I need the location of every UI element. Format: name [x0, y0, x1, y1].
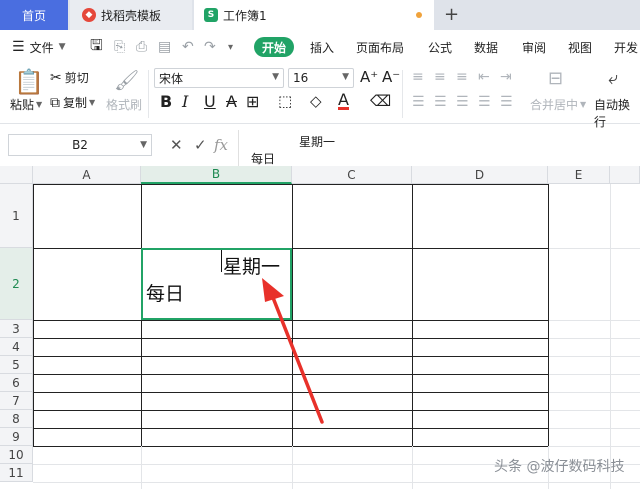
confirm-edit-icon[interactable]: ✓ [194, 136, 207, 154]
align-left-icon[interactable]: ☰ [412, 94, 425, 110]
name-box[interactable]: B2 ▼ [8, 134, 152, 156]
tab-template[interactable]: ◆ 找稻壳模板 [70, 0, 192, 30]
justify-icon[interactable]: ☰ [478, 94, 491, 110]
save-icon[interactable]: 🖫 [90, 30, 103, 64]
tab-workbook[interactable]: S 工作簿1 [194, 0, 434, 30]
chevron-down-icon: ▼ [272, 72, 279, 82]
decrease-indent-icon[interactable]: ⇤ [478, 69, 490, 85]
align-bottom-icon[interactable]: ≡ [456, 69, 468, 85]
cut-button[interactable]: ✂ 剪切 [50, 69, 89, 86]
underline-icon[interactable]: U [204, 92, 216, 111]
insert-function-icon[interactable]: fx [214, 136, 228, 154]
customize-toolbar-icon[interactable]: ▾ [228, 30, 233, 64]
paste-button[interactable]: 粘贴 ▼ [10, 96, 42, 113]
tab-review[interactable]: 审阅 [522, 30, 546, 64]
new-tab-button[interactable]: + [444, 4, 459, 25]
document-tab-bar: 首页 ◆ 找稻壳模板 S 工作簿1 + [0, 0, 640, 30]
copy-icon: ⧉ [50, 94, 60, 111]
spreadsheet-grid[interactable]: A B C D E 1 2 3 4 5 6 7 8 9 10 11 星期一 每日… [0, 166, 640, 489]
eraser-icon[interactable]: ⌫ [370, 92, 391, 110]
name-box-value: B2 [72, 138, 88, 152]
increase-indent-icon[interactable]: ⇥ [500, 69, 512, 85]
formula-input[interactable]: 星期一 每日 [238, 130, 640, 168]
decrease-font-size-icon[interactable]: A⁻ [382, 68, 400, 86]
border-icon[interactable]: ⊞ [246, 92, 259, 111]
tab-page-layout[interactable]: 页面布局 [356, 30, 404, 64]
tab-data[interactable]: 数据 [474, 30, 498, 64]
print-icon[interactable]: ⎙ [136, 30, 147, 64]
tab-home-label: 首页 [21, 8, 46, 23]
bold-icon[interactable]: B [160, 92, 172, 111]
undo-icon[interactable]: ↶ [182, 30, 194, 64]
distributed-align-icon[interactable]: ☰ [500, 94, 513, 110]
paste-icon[interactable]: 📋 [14, 68, 44, 96]
spreadsheet-file-icon: S [204, 8, 218, 22]
increase-font-size-icon[interactable]: A⁺ [360, 68, 378, 86]
italic-icon[interactable]: I [182, 92, 188, 111]
fill-color-icon[interactable]: ◇ [310, 92, 322, 110]
scissors-icon: ✂ [50, 69, 62, 86]
tab-view[interactable]: 视图 [568, 30, 592, 64]
ribbon-separator [148, 70, 149, 118]
font-color-icon[interactable]: A [338, 92, 349, 110]
tab-workbook-label: 工作簿1 [223, 8, 267, 23]
tab-insert[interactable]: 插入 [310, 30, 334, 64]
copy-button[interactable]: ⧉ 复制 ▼ [50, 94, 95, 111]
menu-bar: ☰ 文件 ▼ 🖫 ⎘ ⎙ ▤ ↶ ↷ ▾ 开始 插入 页面布局 公式 数据 审阅… [0, 30, 640, 64]
formula-bar: B2 ▼ ✕ ✓ fx 星期一 每日 [0, 130, 640, 168]
merge-cells-icon: ⊟ [548, 68, 564, 89]
paste-label: 粘贴 [10, 98, 35, 112]
font-name-value: 宋体 [159, 71, 184, 86]
strikethrough-icon[interactable]: A [226, 92, 237, 111]
redo-icon[interactable]: ↷ [204, 30, 216, 64]
formula-line-2: 每日 [251, 152, 276, 166]
watermark-text: 头条 @波仔数码科技 [494, 459, 625, 475]
chevron-down-icon: ▼ [58, 42, 66, 52]
font-size-select[interactable]: 16 ▼ [288, 68, 354, 88]
chevron-down-icon: ▼ [140, 140, 147, 150]
file-menu-label: 文件 [29, 40, 54, 55]
hamburger-icon: ☰ [12, 39, 25, 55]
annotation-arrow-icon [262, 278, 324, 424]
chevron-down-icon: ▼ [36, 100, 43, 109]
merge-center-label: 合并居中 [530, 98, 579, 112]
tab-start-label: 开始 [261, 40, 286, 55]
tab-start[interactable]: 开始 [254, 37, 294, 57]
ribbon-separator [402, 70, 403, 118]
chevron-down-icon: ▼ [580, 100, 587, 109]
tab-template-label: 找稻壳模板 [101, 8, 162, 23]
tab-home[interactable]: 首页 [0, 0, 68, 30]
copy-label: 复制 [63, 96, 88, 110]
chevron-down-icon: ▼ [342, 72, 349, 82]
formula-line-1: 星期一 [299, 135, 336, 149]
format-painter-button[interactable]: 格式刷 [106, 96, 142, 113]
align-top-icon[interactable]: ≡ [412, 69, 424, 85]
format-painter-icon: 🖌 [114, 68, 140, 92]
cut-label: 剪切 [64, 71, 89, 85]
align-middle-icon[interactable]: ≡ [434, 69, 446, 85]
tab-developer[interactable]: 开发 [614, 30, 638, 64]
spreadsheet-app-window: 首页 ◆ 找稻壳模板 S 工作簿1 + ☰ 文件 ▼ 🖫 ⎘ ⎙ ▤ ↶ ↷ ▾… [0, 0, 640, 489]
align-center-icon[interactable]: ☰ [434, 94, 447, 110]
merge-center-button[interactable]: 合并居中 ▼ [530, 96, 586, 113]
chevron-down-icon: ▼ [89, 98, 96, 107]
print-preview-icon[interactable]: ▤ [158, 30, 171, 64]
wrap-text-icon: ⤶ [608, 68, 619, 89]
font-size-value: 16 [293, 71, 309, 85]
align-right-icon[interactable]: ☰ [456, 94, 469, 110]
export-icon[interactable]: ⎘ [114, 30, 125, 64]
cell-style-icon[interactable]: ⬚ [278, 92, 292, 110]
unsaved-dot-icon [416, 12, 422, 18]
tab-formula[interactable]: 公式 [428, 30, 452, 64]
ribbon-toolbar: 📋 粘贴 ▼ ✂ 剪切 ⧉ 复制 ▼ 🖌 格式刷 宋体 ▼ 16 ▼ A⁺ A⁻… [0, 64, 640, 129]
file-menu[interactable]: ☰ 文件 ▼ [12, 30, 66, 64]
docer-logo-icon: ◆ [82, 8, 96, 22]
font-name-select[interactable]: 宋体 ▼ [154, 68, 284, 88]
cancel-edit-icon[interactable]: ✕ [170, 136, 183, 154]
wrap-text-button[interactable]: 自动换行 [594, 96, 640, 130]
